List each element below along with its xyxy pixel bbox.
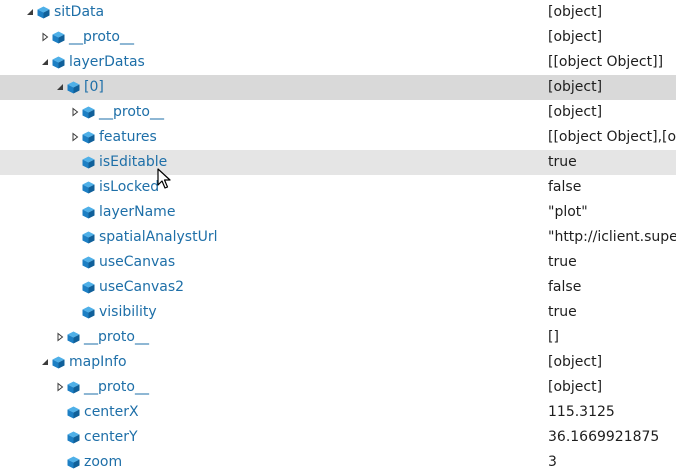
tree-row[interactable]: __proto__ [object]: [0, 100, 676, 125]
property-value: 115.3125: [548, 404, 615, 420]
property-cube-icon: [67, 456, 80, 469]
property-name: mapInfo: [69, 354, 127, 370]
property-value: 3: [548, 454, 557, 470]
property-cube-icon: [52, 56, 65, 69]
property-name: centerX: [84, 404, 139, 420]
property-name: isLocked: [99, 179, 160, 195]
property-cube-icon: [82, 156, 95, 169]
property-value: [object]: [548, 354, 603, 370]
tree-row[interactable]: layerDatas [[object Object]]: [0, 50, 676, 75]
triangle-expanded-icon[interactable]: [55, 75, 67, 100]
property-cube-icon: [67, 406, 80, 419]
property-cube-icon: [52, 356, 65, 369]
property-name: sitData: [54, 4, 105, 20]
property-name: __proto__: [84, 329, 149, 345]
property-cube-icon: [82, 281, 95, 294]
property-value: 36.1669921875: [548, 429, 660, 445]
property-value: [object]: [548, 379, 603, 395]
tree-row[interactable]: zoom 3: [0, 450, 676, 475]
property-cube-icon: [67, 381, 80, 394]
property-value: true: [548, 254, 577, 270]
tree-row[interactable]: mapInfo [object]: [0, 350, 676, 375]
property-value: [object]: [548, 104, 603, 120]
property-value: false: [548, 279, 582, 295]
tree-row[interactable]: spatialAnalystUrl "http://iclient.super: [0, 225, 676, 250]
property-value: [object]: [548, 79, 603, 95]
triangle-expanded-icon[interactable]: [40, 50, 52, 75]
property-name: __proto__: [69, 29, 134, 45]
tree-row[interactable]: sitData [object]: [0, 0, 676, 25]
property-cube-icon: [82, 256, 95, 269]
property-value: [object]: [548, 4, 603, 20]
tree-row[interactable]: features [[object Object],[obj: [0, 125, 676, 150]
triangle-collapsed-icon[interactable]: [70, 125, 82, 150]
property-name: layerDatas: [69, 54, 145, 70]
property-name: spatialAnalystUrl: [99, 229, 218, 245]
tree-row[interactable]: visibility true: [0, 300, 676, 325]
property-cube-icon: [67, 431, 80, 444]
property-value: [[object Object]]: [548, 54, 664, 70]
property-cube-icon: [82, 106, 95, 119]
tree-row[interactable]: __proto__ [object]: [0, 375, 676, 400]
property-cube-icon: [37, 6, 50, 19]
triangle-collapsed-icon[interactable]: [70, 100, 82, 125]
property-name: isEditable: [99, 154, 168, 170]
tree-row[interactable]: __proto__ [object]: [0, 25, 676, 50]
property-value: true: [548, 154, 577, 170]
property-value: "http://iclient.super: [548, 229, 676, 245]
property-name: __proto__: [84, 379, 149, 395]
triangle-expanded-icon[interactable]: [25, 0, 37, 25]
property-cube-icon: [67, 331, 80, 344]
tree-row[interactable]: isEditable true: [0, 150, 676, 175]
tree-row[interactable]: __proto__ []: [0, 325, 676, 350]
tree-row[interactable]: centerX 115.3125: [0, 400, 676, 425]
triangle-collapsed-icon[interactable]: [55, 375, 67, 400]
property-cube-icon: [67, 81, 80, 94]
property-value: true: [548, 304, 577, 320]
triangle-collapsed-icon[interactable]: [40, 25, 52, 50]
tree-row[interactable]: centerY 36.1669921875: [0, 425, 676, 450]
triangle-expanded-icon[interactable]: [40, 350, 52, 375]
triangle-collapsed-icon[interactable]: [55, 325, 67, 350]
property-value: [object]: [548, 29, 603, 45]
property-cube-icon: [82, 131, 95, 144]
property-name: centerY: [84, 429, 138, 445]
tree-row[interactable]: [0] [object]: [0, 75, 676, 100]
property-name: [0]: [84, 79, 104, 95]
property-name: useCanvas: [99, 254, 176, 270]
property-cube-icon: [82, 231, 95, 244]
tree-row[interactable]: useCanvas2 false: [0, 275, 676, 300]
property-name: visibility: [99, 304, 157, 320]
object-inspector-tree: sitData [object] __proto__ [object] layerDat…: [0, 0, 676, 476]
property-name: layerName: [99, 204, 176, 220]
tree-row[interactable]: layerName "plot": [0, 200, 676, 225]
property-name: features: [99, 129, 157, 145]
tree-row[interactable]: useCanvas true: [0, 250, 676, 275]
property-value: [[object Object],[obj: [548, 129, 676, 145]
property-name: zoom: [84, 454, 123, 470]
tree-row[interactable]: isLocked false: [0, 175, 676, 200]
property-cube-icon: [82, 306, 95, 319]
property-cube-icon: [82, 181, 95, 194]
property-value: false: [548, 179, 582, 195]
property-name: __proto__: [99, 104, 164, 120]
property-name: useCanvas2: [99, 279, 185, 295]
property-value: "plot": [548, 204, 588, 220]
property-cube-icon: [82, 206, 95, 219]
property-cube-icon: [52, 31, 65, 44]
property-value: []: [548, 329, 559, 345]
